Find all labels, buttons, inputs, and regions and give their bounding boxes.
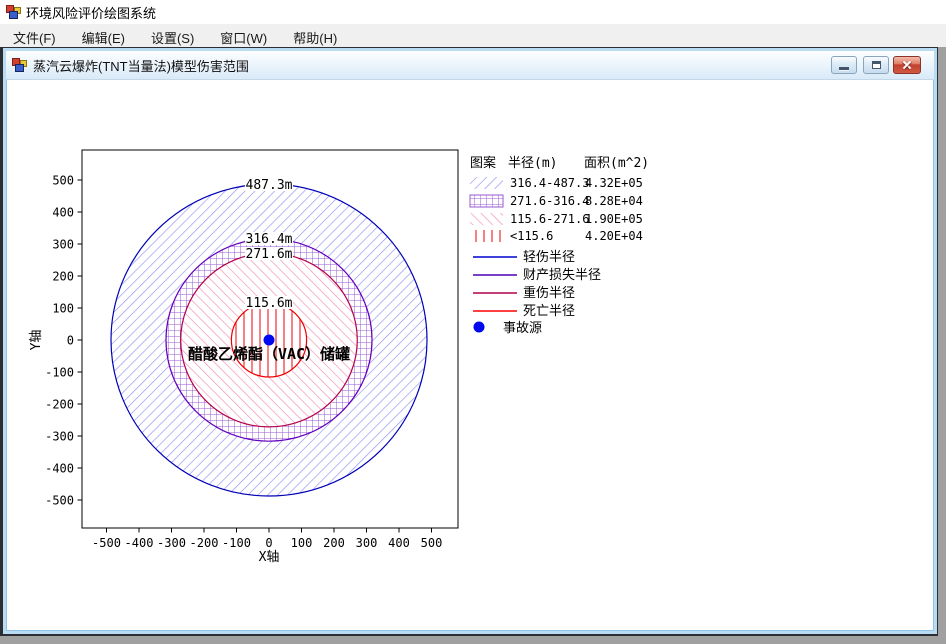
child-titlebar[interactable]: 蒸汽云爆炸(TNT当量法)模型伤害范围: [6, 51, 934, 80]
window-controls: [825, 56, 921, 74]
child-window-title: 蒸汽云爆炸(TNT当量法)模型伤害范围: [33, 58, 249, 74]
close-icon: [901, 59, 913, 71]
child-window: 蒸汽云爆炸(TNT当量法)模型伤害范围: [3, 48, 937, 634]
close-button[interactable]: [893, 56, 921, 74]
restore-icon: [871, 61, 881, 69]
restore-button[interactable]: [863, 56, 889, 74]
mdi-client-area: 蒸汽云爆炸(TNT当量法)模型伤害范围: [0, 47, 938, 636]
minimize-icon: [839, 67, 849, 70]
menu-bar: 文件(F) 编辑(E) 设置(S) 窗口(W) 帮助(H): [0, 24, 946, 47]
main-titlebar: 环境风险评价绘图系统: [0, 0, 946, 24]
menu-edit[interactable]: 编辑(E): [69, 24, 138, 47]
menu-window[interactable]: 窗口(W): [207, 24, 280, 47]
app-title: 环境风险评价绘图系统: [26, 5, 157, 21]
menu-settings[interactable]: 设置(S): [138, 24, 207, 47]
menu-help[interactable]: 帮助(H): [280, 24, 350, 47]
menu-file[interactable]: 文件(F): [0, 24, 69, 47]
app-icon: [6, 5, 21, 19]
minimize-button[interactable]: [831, 56, 857, 74]
child-window-icon: [12, 58, 27, 72]
